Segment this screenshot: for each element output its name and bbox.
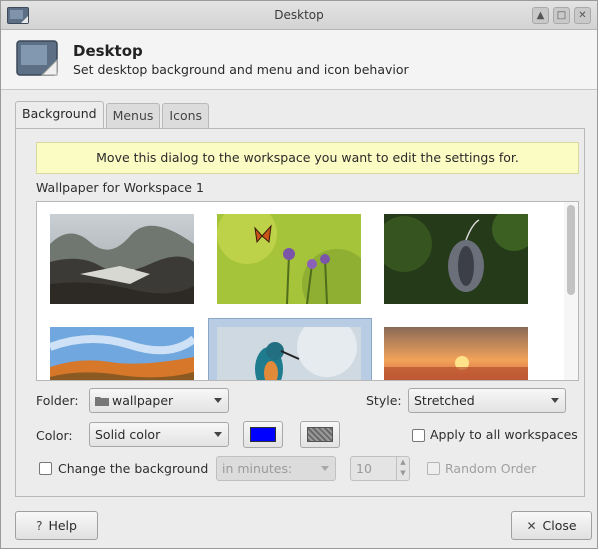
folder-chooser[interactable]: wallpaper — [89, 388, 229, 413]
apply-all-label: Apply to all workspaces — [430, 427, 578, 442]
close-icon: ✕ — [526, 518, 537, 533]
color-label: Color: — [36, 428, 73, 443]
primary-color-swatch — [250, 427, 276, 442]
header-subtitle: Set desktop background and menu and icon… — [73, 62, 409, 77]
wallpaper-thumb-sunset[interactable] — [384, 327, 528, 381]
random-order-checkbox[interactable] — [427, 462, 440, 475]
secondary-color-button[interactable] — [300, 421, 340, 448]
wallpaper-thumb-rocks[interactable] — [50, 214, 194, 304]
wallpaper-label: Wallpaper for Workspace 1 — [36, 180, 204, 195]
interval-value: 10 — [356, 461, 372, 476]
primary-color-button[interactable] — [243, 421, 283, 448]
chevron-down-icon — [321, 466, 329, 471]
tab-background[interactable]: Background — [15, 101, 104, 129]
dialog-header: Desktop Set desktop background and menu … — [1, 30, 597, 90]
close-button-label: Close — [542, 518, 577, 533]
style-label: Style: — [366, 393, 402, 408]
interval-unit-value: in minutes: — [222, 461, 293, 476]
close-button[interactable]: ✕ Close — [511, 511, 592, 540]
desktop-header-icon — [16, 40, 58, 76]
tab-icons[interactable]: Icons — [162, 103, 210, 129]
color-style-select[interactable]: Solid color — [89, 422, 229, 447]
interval-spinner[interactable]: 10 ▲ ▼ — [350, 456, 410, 481]
tab-bar: Background Menus Icons — [15, 101, 210, 129]
window-close-icon[interactable]: ✕ — [574, 7, 591, 24]
header-title: Desktop — [73, 42, 143, 60]
style-select[interactable]: Stretched — [408, 388, 566, 413]
random-order-label: Random Order — [445, 461, 537, 476]
folder-value: wallpaper — [112, 393, 174, 408]
folder-label: Folder: — [36, 393, 79, 408]
apply-all-checkbox[interactable] — [412, 429, 425, 442]
workspace-notice: Move this dialog to the workspace you wa… — [36, 142, 579, 174]
title-bar[interactable]: Desktop ▲ □ ✕ — [1, 1, 597, 30]
wallpaper-thumb-sky[interactable] — [50, 327, 194, 381]
window-maximize-icon[interactable]: □ — [553, 7, 570, 24]
wallpaper-gallery[interactable] — [36, 201, 579, 381]
color-style-value: Solid color — [95, 427, 161, 442]
wallpaper-thumb-kingfisher[interactable] — [217, 327, 361, 381]
interval-unit-select[interactable]: in minutes: — [216, 456, 336, 481]
style-value: Stretched — [414, 393, 475, 408]
folder-icon — [95, 397, 109, 406]
help-icon: ? — [36, 518, 43, 533]
chevron-down-icon — [214, 398, 222, 403]
wallpaper-thumb-butterfly[interactable] — [217, 214, 361, 304]
help-button[interactable]: ? Help — [15, 511, 98, 540]
change-background-label: Change the background — [58, 461, 209, 476]
wallpaper-thumb-moth[interactable] — [384, 214, 528, 304]
gallery-scrollbar-thumb[interactable] — [567, 205, 575, 295]
chevron-down-icon — [214, 432, 222, 437]
window-up-icon[interactable]: ▲ — [532, 7, 549, 24]
help-button-label: Help — [48, 518, 77, 533]
secondary-color-swatch — [307, 427, 333, 442]
window-title: Desktop — [274, 8, 324, 22]
tab-menus[interactable]: Menus — [105, 103, 161, 129]
spinner-arrows-icon[interactable]: ▲ ▼ — [396, 457, 409, 480]
chevron-down-icon — [551, 398, 559, 403]
change-background-checkbox[interactable] — [39, 462, 52, 475]
gallery-scrollbar[interactable] — [564, 202, 578, 380]
desktop-settings-window: Desktop ▲ □ ✕ Desktop Set desktop backgr… — [0, 0, 598, 549]
background-panel: Move this dialog to the workspace you wa… — [15, 128, 585, 497]
